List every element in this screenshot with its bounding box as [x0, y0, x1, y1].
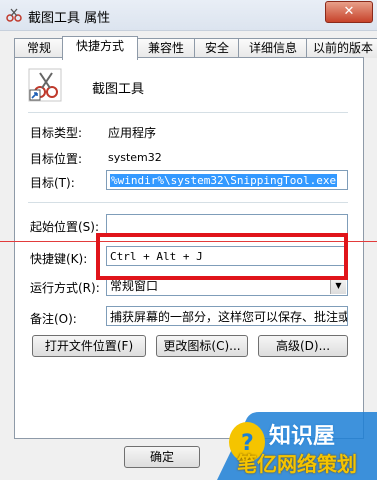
- tab-shortcut[interactable]: 快捷方式: [62, 36, 138, 60]
- shortcut-key-label: 快捷键(K):: [30, 252, 88, 266]
- start-in-label: 起始位置(S):: [30, 220, 100, 234]
- run-select-value: 常规窗口: [110, 279, 159, 293]
- run-label: 运行方式(R):: [30, 281, 100, 295]
- file-name: 截图工具: [92, 82, 145, 97]
- target-type-label: 目标类型:: [30, 126, 83, 140]
- comment-input[interactable]: 捕获屏幕的一部分，这样您可以保存、批注或: [106, 306, 348, 326]
- target-input-value: %windir%\system32\SnippingTool.exe: [110, 174, 338, 187]
- snipping-tool-icon: [28, 68, 62, 102]
- divider: [28, 202, 348, 203]
- title-bar: 截图工具 属性 ✕: [0, 0, 377, 31]
- chevron-down-icon: ▼: [330, 278, 346, 294]
- target-label: 目标(T):: [30, 176, 75, 190]
- target-location-value: system32: [108, 151, 162, 164]
- advanced-button[interactable]: 高级(D)...: [258, 335, 348, 357]
- close-button[interactable]: ✕: [325, 1, 373, 23]
- watermark-subtitle: 笔亿网络策划: [237, 452, 357, 476]
- tab-previous-versions[interactable]: 以前的版本: [306, 38, 377, 58]
- annotation-highlight-box: [96, 233, 348, 280]
- change-icon-button[interactable]: 更改图标(C)...: [156, 335, 248, 357]
- tab-details[interactable]: 详细信息: [238, 38, 308, 58]
- tab-compatibility[interactable]: 兼容性: [136, 38, 196, 58]
- target-type-value: 应用程序: [108, 126, 157, 140]
- watermark-title: 知识屋: [269, 424, 336, 449]
- target-input[interactable]: %windir%\system32\SnippingTool.exe: [106, 170, 348, 190]
- tab-general[interactable]: 常规: [14, 38, 64, 58]
- properties-window: 截图工具 属性 ✕ 常规 快捷方式 兼容性 安全 详细信息 以前的版本 截图工具…: [0, 0, 377, 480]
- close-icon: ✕: [343, 4, 355, 19]
- window-title: 截图工具 属性: [28, 11, 111, 26]
- tab-strip: 常规 快捷方式 兼容性 安全 详细信息 以前的版本: [14, 36, 377, 60]
- comment-label: 备注(O):: [30, 312, 77, 326]
- ok-button[interactable]: 确定: [124, 446, 200, 468]
- target-location-label: 目标位置:: [30, 152, 83, 166]
- start-in-input[interactable]: [106, 214, 348, 234]
- tab-security[interactable]: 安全: [194, 38, 240, 58]
- open-file-location-button[interactable]: 打开文件位置(F): [32, 335, 146, 357]
- scissors-icon: [6, 8, 22, 22]
- divider: [28, 112, 348, 113]
- watermark: ? 知识屋 笔亿网络策划: [217, 410, 377, 480]
